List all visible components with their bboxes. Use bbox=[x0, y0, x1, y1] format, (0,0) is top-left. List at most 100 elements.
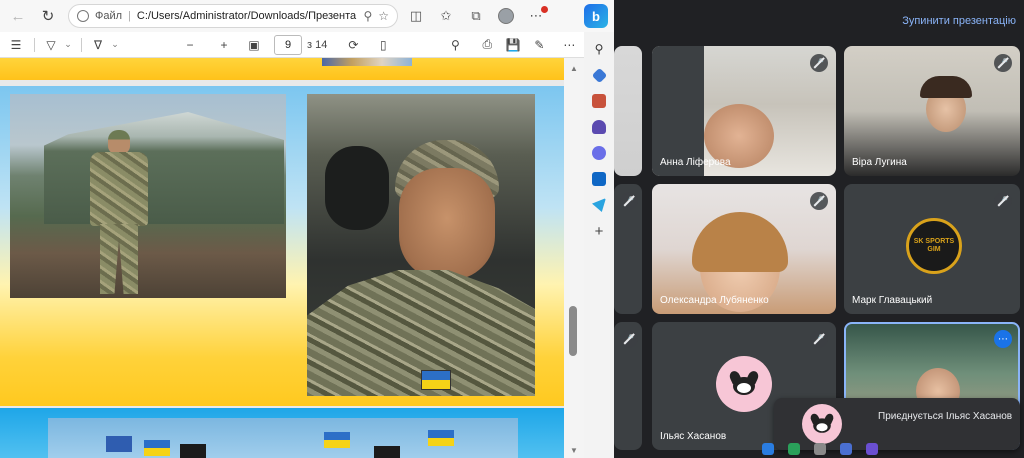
sidebar-copilot-icon[interactable] bbox=[590, 144, 608, 162]
toolbox-icon bbox=[592, 94, 606, 108]
scroll-down-icon[interactable]: ▼ bbox=[570, 446, 578, 455]
sidebar-search-icon[interactable]: ⚲ bbox=[590, 40, 608, 58]
page-total: з 14 bbox=[307, 38, 328, 51]
favorites-icon[interactable]: ✩ bbox=[434, 4, 458, 28]
page-number-input[interactable]: 9 bbox=[274, 34, 302, 55]
sidebar-add-icon[interactable]: + bbox=[590, 222, 608, 240]
sidebar-games-icon[interactable] bbox=[590, 118, 608, 136]
tag-icon bbox=[591, 67, 607, 83]
taskbar-app-icon[interactable] bbox=[762, 443, 774, 455]
soldier-legs bbox=[100, 224, 138, 294]
split-screen-icon[interactable]: ◫ bbox=[404, 4, 428, 28]
pdf-scrollbar[interactable]: ▲ ▼ bbox=[564, 58, 584, 458]
participant-hair bbox=[920, 76, 972, 98]
participant-tile-partial[interactable]: 🎤 bbox=[614, 322, 642, 450]
info-icon[interactable] bbox=[77, 10, 89, 22]
highlight-dropdown-icon[interactable]: ⌄ bbox=[63, 34, 73, 56]
fit-page-icon[interactable]: ▣ bbox=[244, 34, 264, 56]
avatar-face bbox=[816, 423, 828, 432]
sidebar-outlook-icon[interactable] bbox=[590, 170, 608, 188]
profile-avatar-image bbox=[498, 8, 514, 24]
page-view-icon[interactable]: ▯ bbox=[373, 34, 393, 56]
rotate-icon[interactable]: ⟳ bbox=[343, 34, 363, 56]
soldier-body bbox=[90, 152, 148, 226]
more-menu-icon[interactable]: ⋯ bbox=[524, 4, 548, 28]
kuromi-avatar-icon bbox=[809, 412, 835, 435]
edge-sidebar: ⚲ + bbox=[584, 32, 614, 458]
toast-text: Приєднується Ільяс Хасанов bbox=[878, 411, 1013, 422]
muted-mic-icon: 🎤 bbox=[810, 192, 828, 210]
toast-avatar bbox=[802, 404, 842, 444]
ukraine-flag-patch bbox=[421, 370, 451, 390]
participant-name: Анна Ліферова bbox=[660, 157, 731, 168]
participant-logo-avatar: SK SPORTS GIM bbox=[906, 218, 962, 274]
send-icon bbox=[592, 198, 606, 212]
flag-shape bbox=[324, 432, 350, 448]
save-icon[interactable]: 💾 bbox=[503, 34, 523, 56]
taskbar-app-icon[interactable] bbox=[814, 443, 826, 455]
helmet-background bbox=[325, 146, 389, 230]
copilot-icon[interactable]: b bbox=[584, 4, 608, 28]
zoom-out-icon[interactable]: − bbox=[180, 34, 200, 56]
pdf-viewport[interactable] bbox=[0, 58, 564, 458]
taskbar-app-icon[interactable] bbox=[866, 443, 878, 455]
meeting-window: Зупинити презентацію 🎤 🎤 🎤 Анна Ліферова… bbox=[614, 0, 1024, 458]
participant-tile-partial[interactable]: 🎤 bbox=[614, 184, 642, 314]
participant-hair bbox=[692, 212, 788, 272]
taskbar-app-icon[interactable] bbox=[840, 443, 852, 455]
stop-presenting-button[interactable]: Зупинити презентацію bbox=[902, 15, 1016, 27]
standing-soldier bbox=[86, 130, 152, 296]
kuromi-avatar-icon bbox=[727, 369, 761, 397]
muted-mic-icon: 🎤 bbox=[620, 192, 638, 210]
participant-tile[interactable]: 🎤 Віра Лугина bbox=[844, 46, 1020, 176]
back-icon[interactable]: ← bbox=[6, 4, 30, 28]
participant-tile[interactable]: SK SPORTS GIM 🎤 Марк Главацький bbox=[844, 184, 1020, 314]
participant-tile[interactable]: 🎤 Олександра Лубяненко bbox=[652, 184, 836, 314]
copilot-swirl-icon bbox=[592, 146, 606, 160]
flag-shape bbox=[180, 444, 206, 458]
pdf-more-icon[interactable]: ⋯ bbox=[559, 34, 579, 56]
zoom-icon[interactable]: ⚲ bbox=[363, 9, 372, 23]
current-slide bbox=[0, 86, 564, 406]
zoom-in-icon[interactable]: + bbox=[214, 34, 234, 56]
draw-icon[interactable]: ∇ bbox=[88, 34, 108, 56]
participant-tile-partial[interactable] bbox=[614, 46, 642, 176]
sidebar-tools-icon[interactable] bbox=[590, 92, 608, 110]
muted-mic-icon: 🎤 bbox=[620, 330, 638, 348]
soldier-head bbox=[108, 130, 130, 154]
flag-shape bbox=[428, 430, 454, 446]
contents-icon[interactable]: ☰ bbox=[6, 34, 26, 56]
toolbar-divider bbox=[81, 37, 82, 52]
address-separator: | bbox=[128, 10, 131, 22]
sidebar-shopping-icon[interactable] bbox=[590, 66, 608, 84]
address-url[interactable]: C:/Users/Administrator/Downloads/Презент… bbox=[137, 10, 358, 22]
next-slide bbox=[0, 408, 564, 458]
search-icon[interactable]: ⚲ bbox=[445, 34, 465, 56]
collections-icon[interactable]: ⧉ bbox=[464, 4, 488, 28]
save-as-icon[interactable]: ✎ bbox=[529, 34, 549, 56]
profile-avatar[interactable] bbox=[494, 4, 518, 28]
scroll-up-icon[interactable]: ▲ bbox=[570, 64, 578, 73]
chess-icon bbox=[592, 120, 606, 134]
highlight-icon[interactable]: ▽ bbox=[41, 34, 61, 56]
more-options-icon[interactable]: ⋯ bbox=[994, 330, 1012, 348]
print-icon[interactable]: ⎙ bbox=[477, 34, 497, 56]
taskbar-app-icon[interactable] bbox=[788, 443, 800, 455]
address-file-label: Файл bbox=[95, 10, 123, 22]
flags-photo bbox=[48, 418, 518, 458]
toolbar-divider bbox=[34, 37, 35, 52]
draw-dropdown-icon[interactable]: ⌄ bbox=[110, 34, 120, 56]
address-bar[interactable]: Файл | C:/Users/Administrator/Downloads/… bbox=[68, 4, 398, 28]
flag-shape bbox=[106, 436, 132, 452]
scroll-thumb[interactable] bbox=[569, 306, 577, 356]
browser-toolbar: ← ↻ Файл | C:/Users/Administrator/Downlo… bbox=[0, 0, 614, 32]
taskbar bbox=[614, 440, 1024, 458]
soldier-tent-photo bbox=[10, 94, 286, 298]
sidebar-send-icon[interactable] bbox=[590, 196, 608, 214]
favorite-star-icon[interactable]: ☆ bbox=[378, 9, 389, 23]
pdf-toolbar: ☰ ▽ ⌄ ∇ ⌄ − + ▣ 9 з 14 ⟳ ▯ ⚲ ⎙ 💾 ✎ ⋯ bbox=[0, 32, 584, 58]
participant-tile[interactable]: 🎤 Анна Ліферова bbox=[652, 46, 836, 176]
notification-badge bbox=[541, 6, 548, 13]
refresh-icon[interactable]: ↻ bbox=[36, 4, 60, 28]
flag-shape bbox=[144, 440, 170, 456]
